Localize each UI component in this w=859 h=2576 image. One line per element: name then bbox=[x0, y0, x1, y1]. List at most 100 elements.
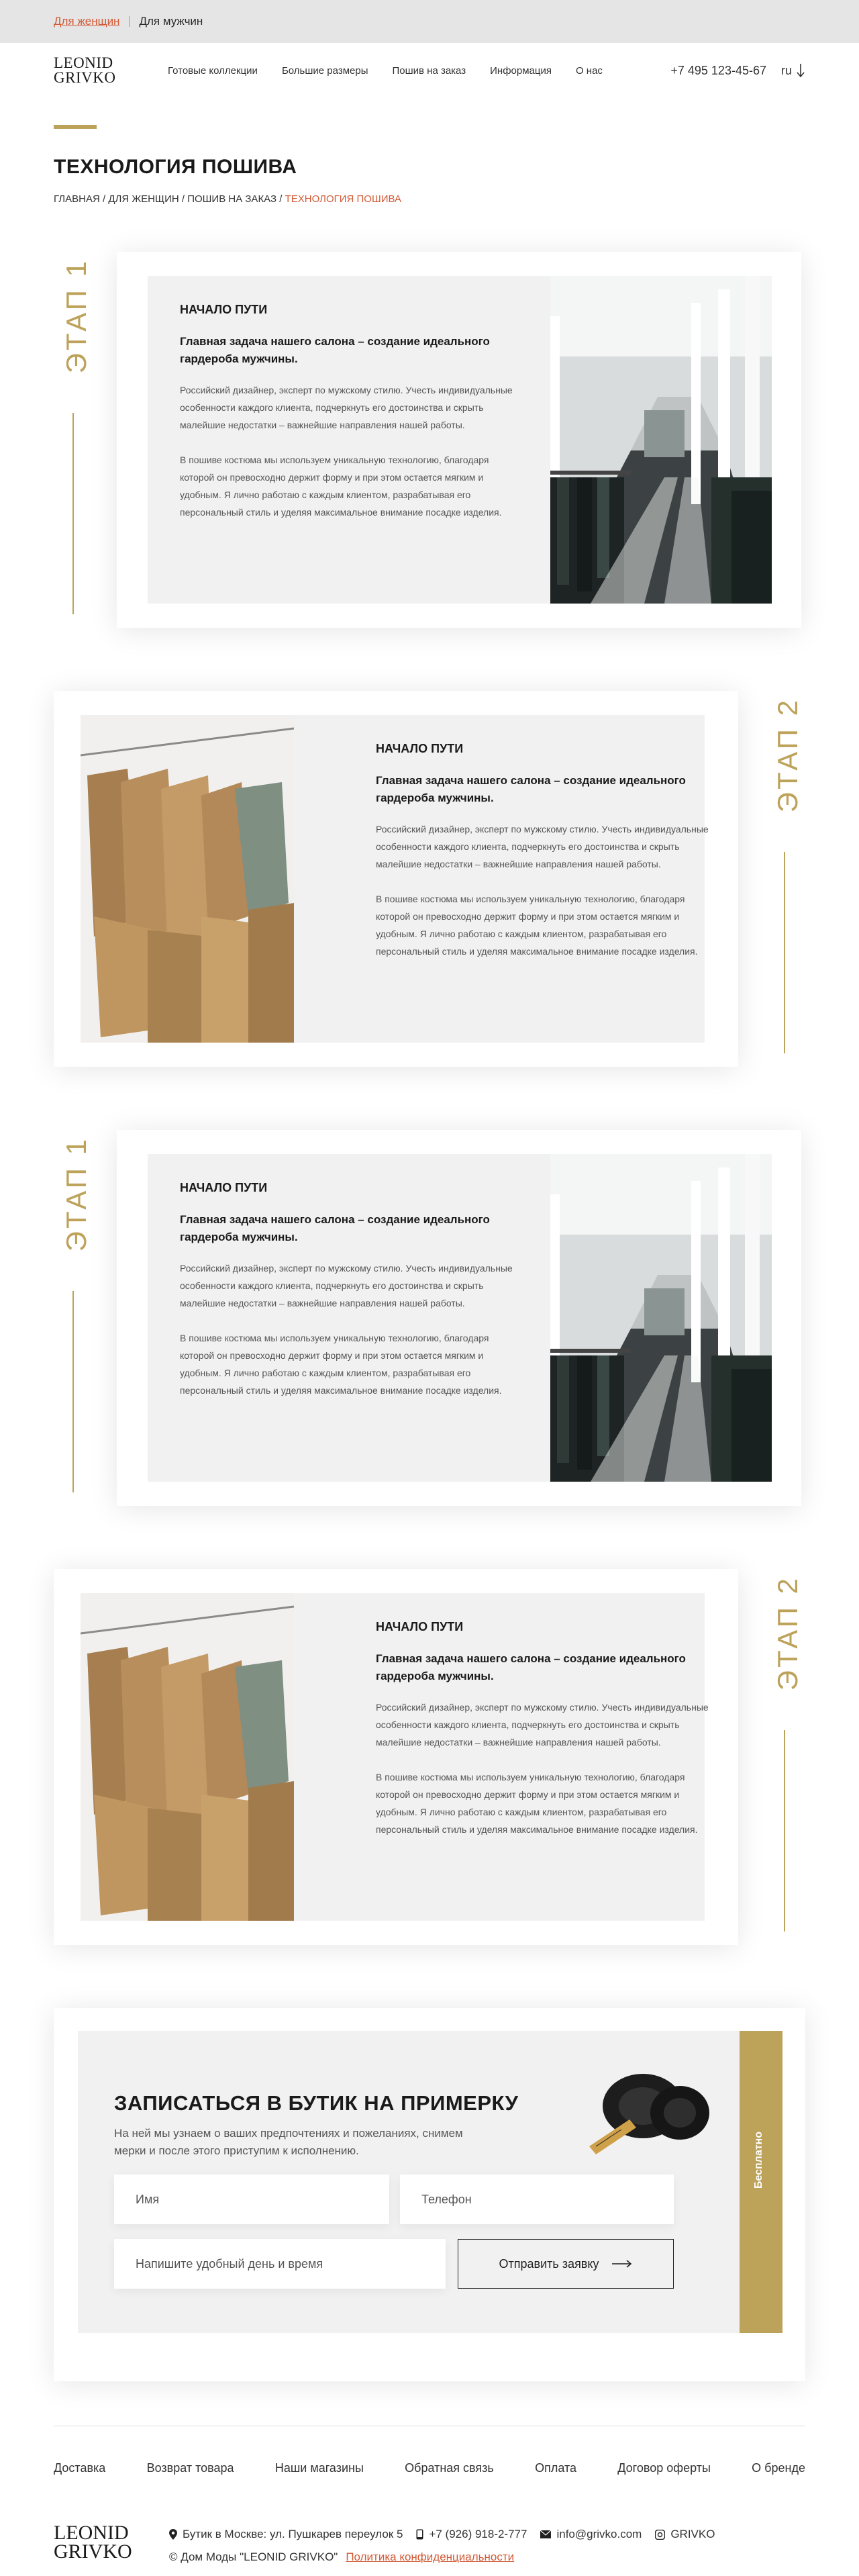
stage-text: НАЧАЛО ПУТИ Главная задача нашего салона… bbox=[376, 742, 718, 977]
nav-item-about[interactable]: О нас bbox=[576, 65, 603, 77]
footer-logo[interactable]: LEONID GRIVKO bbox=[54, 2522, 132, 2563]
mail-icon bbox=[540, 2530, 552, 2538]
stage-label: ЭТАП 1 bbox=[54, 252, 94, 628]
breadcrumb-women[interactable]: ДЛЯ ЖЕНЩИН bbox=[108, 193, 179, 205]
atelier-photo bbox=[550, 1154, 772, 1482]
stage-content: НАЧАЛО ПУТИ Главная задача нашего салона… bbox=[81, 715, 709, 1043]
gold-accent-line bbox=[54, 125, 97, 129]
stage-number: ЭТАП 2 bbox=[772, 1576, 803, 1691]
stage-paragraph: Российский дизайнер, эксперт по мужскому… bbox=[180, 1263, 513, 1308]
footer-link-stores[interactable]: Наши магазины bbox=[275, 2461, 364, 2475]
breadcrumb-sep: / bbox=[276, 193, 285, 205]
footer-logo-line-2: GRIVKO bbox=[54, 2540, 132, 2563]
booking-form-card: ЗАПИСАТЬСЯ В БУТИК НА ПРИМЕРКУ На ней мы… bbox=[54, 2008, 805, 2381]
footer-link-feedback[interactable]: Обратная связь bbox=[405, 2461, 494, 2475]
privacy-policy-link[interactable]: Политика конфиденциальности bbox=[346, 2550, 514, 2564]
stage-line bbox=[72, 413, 74, 614]
breadcrumb-current: ТЕХНОЛОГИЯ ПОШИВА bbox=[285, 193, 402, 205]
stage-paragraph: В пошиве костюма мы используем уникальну… bbox=[376, 894, 698, 957]
footer-phone-text: +7 (926) 918-2-777 bbox=[429, 2528, 527, 2540]
divider bbox=[129, 16, 130, 27]
nav-item-custom[interactable]: Пошив на заказ bbox=[392, 65, 466, 77]
email-item[interactable]: info@grivko.com bbox=[540, 2528, 642, 2541]
footer-link-returns[interactable]: Возврат товара bbox=[147, 2461, 234, 2475]
submit-label: Отправить заявку bbox=[499, 2256, 599, 2271]
stage-card: НАЧАЛО ПУТИ Главная задача нашего салона… bbox=[117, 252, 801, 628]
phone-icon bbox=[416, 2529, 423, 2540]
stage-heading: НАЧАЛО ПУТИ bbox=[376, 1620, 464, 1633]
nav-item-big-sizes[interactable]: Большие размеры bbox=[282, 65, 368, 77]
footer-link-offer[interactable]: Договор оферты bbox=[617, 2461, 711, 2475]
phone-item[interactable]: +7 (926) 918-2-777 bbox=[416, 2528, 527, 2541]
logo-line-1: LEONID bbox=[54, 54, 113, 71]
footer-link-about[interactable]: О бренде bbox=[752, 2461, 805, 2475]
stage-text: НАЧАЛО ПУТИ Главная задача нашего салона… bbox=[180, 1181, 522, 1417]
name-field[interactable]: Имя bbox=[114, 2175, 389, 2224]
stage-number: ЭТАП 1 bbox=[60, 1137, 92, 1252]
patterns-photo bbox=[81, 715, 294, 1043]
gender-switch-bar: Для женщин Для мужчин bbox=[0, 0, 859, 43]
social-item[interactable]: GRIVKO bbox=[655, 2528, 715, 2541]
nav-item-info[interactable]: Информация bbox=[490, 65, 552, 77]
footer-bottom: LEONID GRIVKO Бутик в Москве: ул. Пушкар… bbox=[0, 2475, 859, 2576]
stage-heading: НАЧАЛО ПУТИ bbox=[180, 1181, 268, 1194]
patterns-photo bbox=[81, 1593, 294, 1921]
stage-card: НАЧАЛО ПУТИ Главная задача нашего салона… bbox=[54, 1569, 738, 1945]
copyright-text: © Дом Моды "LEONID GRIVKO" bbox=[169, 2550, 338, 2563]
stage-lead: Главная задача нашего салона – создание … bbox=[180, 335, 490, 365]
stage-heading: НАЧАЛО ПУТИ bbox=[376, 742, 464, 755]
submit-button[interactable]: Отправить заявку bbox=[458, 2239, 674, 2289]
logo[interactable]: LEONID GRIVKO bbox=[54, 54, 128, 86]
measuring-tape-image bbox=[569, 2039, 717, 2173]
booking-panel: ЗАПИСАТЬСЯ В БУТИК НА ПРИМЕРКУ На ней мы… bbox=[78, 2031, 740, 2333]
date-time-field[interactable]: Напишите удобный день и время bbox=[114, 2239, 446, 2289]
stage-section: НАЧАЛО ПУТИ Главная задача нашего салона… bbox=[0, 1569, 859, 2008]
stage-content: НАЧАЛО ПУТИ Главная задача нашего салона… bbox=[148, 1154, 772, 1482]
stage-text: НАЧАЛО ПУТИ Главная задача нашего салона… bbox=[180, 303, 522, 538]
language-label: ru bbox=[780, 63, 792, 77]
free-badge: Бесплатно bbox=[740, 2031, 782, 2333]
stage-paragraph: В пошиве костюма мы используем уникальну… bbox=[180, 455, 502, 518]
page-title: ТЕХНОЛОГИЯ ПОШИВА bbox=[54, 156, 297, 178]
stage-line bbox=[72, 1291, 74, 1492]
stage-section: ЭТАП 1 НАЧАЛО ПУТИ Главная задача нашего… bbox=[0, 252, 859, 691]
atelier-photo bbox=[550, 276, 772, 604]
footer-link-payment[interactable]: Оплата bbox=[535, 2461, 576, 2475]
arrow-right-icon bbox=[612, 2260, 632, 2268]
stage-section: НАЧАЛО ПУТИ Главная задача нашего салона… bbox=[0, 691, 859, 1130]
breadcrumb-sep: / bbox=[179, 193, 188, 205]
breadcrumb-custom[interactable]: ПОШИВ НА ЗАКАЗ bbox=[187, 193, 276, 205]
nav-item-collections[interactable]: Готовые коллекции bbox=[168, 65, 258, 77]
men-link[interactable]: Для мужчин bbox=[139, 15, 203, 28]
stage-lead: Главная задача нашего салона – создание … bbox=[376, 774, 686, 804]
arrow-down-icon bbox=[797, 64, 805, 78]
breadcrumb-sep: / bbox=[99, 193, 109, 205]
logo-line-2: GRIVKO bbox=[54, 69, 116, 86]
stage-card: НАЧАЛО ПУТИ Главная задача нашего салона… bbox=[117, 1130, 801, 1506]
stage-content: НАЧАЛО ПУТИ Главная задача нашего салона… bbox=[81, 1593, 709, 1921]
instagram-icon bbox=[655, 2529, 666, 2540]
stage-lead: Главная задача нашего салона – создание … bbox=[180, 1213, 490, 1243]
breadcrumb-home[interactable]: ГЛАВНАЯ bbox=[54, 193, 100, 205]
address-item: Бутик в Москве: ул. Пушкарев переулок 5 bbox=[169, 2528, 403, 2541]
stage-label: ЭТАП 1 bbox=[54, 1130, 94, 1506]
stage-line bbox=[784, 852, 785, 1053]
stage-label: ЭТАП 2 bbox=[765, 691, 805, 1067]
stage-number: ЭТАП 1 bbox=[60, 258, 92, 374]
stage-label: ЭТАП 2 bbox=[765, 1569, 805, 1945]
stage-paragraph: Российский дизайнер, эксперт по мужскому… bbox=[376, 1702, 709, 1748]
footer-contacts: Бутик в Москве: ул. Пушкарев переулок 5 … bbox=[169, 2528, 715, 2541]
stage-text: НАЧАЛО ПУТИ Главная задача нашего салона… bbox=[376, 1620, 718, 1856]
language-select[interactable]: ru bbox=[781, 62, 805, 79]
social-text: GRIVKO bbox=[670, 2528, 715, 2540]
footer-nav: Доставка Возврат товара Наши магазины Об… bbox=[0, 2426, 859, 2475]
footer-link-delivery[interactable]: Доставка bbox=[54, 2461, 105, 2475]
phone-field[interactable]: Телефон bbox=[400, 2175, 674, 2224]
stage-number: ЭТАП 2 bbox=[772, 698, 803, 813]
stage-paragraph: В пошиве костюма мы используем уникальну… bbox=[376, 1772, 698, 1835]
main-nav: Готовые коллекции Большие размеры Пошив … bbox=[168, 65, 603, 77]
header-phone[interactable]: +7 495 123-45-67 bbox=[670, 64, 766, 78]
women-link[interactable]: Для женщин bbox=[54, 15, 119, 28]
footer-logo-line-1: LEONID bbox=[54, 2522, 129, 2544]
booking-title: ЗАПИСАТЬСЯ В БУТИК НА ПРИМЕРКУ bbox=[114, 2091, 519, 2115]
